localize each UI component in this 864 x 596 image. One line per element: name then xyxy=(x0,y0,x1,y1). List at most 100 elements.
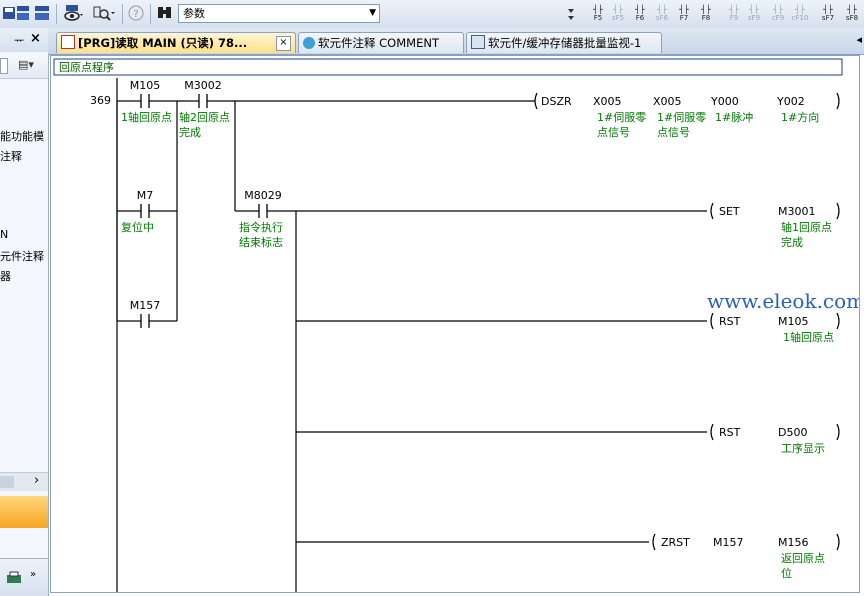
device-comment[interactable]: 1#伺服零 xyxy=(657,111,706,124)
contact-device[interactable]: M8029 xyxy=(244,189,282,202)
device-comment[interactable]: 点信号 xyxy=(657,126,690,139)
chevron-right-icon[interactable]: › xyxy=(34,473,39,488)
instruction-op[interactable]: RST xyxy=(719,315,741,328)
step-number[interactable]: 369 xyxy=(90,94,111,107)
panel-tool-icon[interactable] xyxy=(0,58,8,74)
operand-device[interactable]: Y000 xyxy=(710,95,739,108)
function-key-label: sF8 xyxy=(845,14,859,22)
contact-device[interactable]: M3002 xyxy=(184,79,222,92)
instruction-bracket-left xyxy=(534,92,538,110)
panel-view-icon[interactable]: ▤▾ xyxy=(18,58,34,71)
instruction-op[interactable]: ZRST xyxy=(661,536,690,549)
device-comment[interactable]: 位 xyxy=(781,566,792,580)
device-comment[interactable]: 1轴回原点 xyxy=(783,330,834,344)
instruction-bracket-right xyxy=(836,312,840,330)
panel-highlight-bar[interactable] xyxy=(0,496,48,528)
close-icon[interactable]: × xyxy=(30,31,41,46)
tab-program-main[interactable]: [PRG]读取 MAIN (只读) 78... × xyxy=(56,32,296,53)
pin-icon[interactable]: ᅲ xyxy=(14,32,24,48)
instruction-op[interactable]: DSZR xyxy=(541,95,572,108)
ladder-symbol-icon: ┤├ xyxy=(749,5,759,14)
tree-item[interactable]: 器 xyxy=(0,268,11,284)
device-comment[interactable]: 完成 xyxy=(179,125,201,139)
contact-device[interactable]: M157 xyxy=(130,299,161,312)
function-key-sf8[interactable]: ┤├ sF8 xyxy=(842,5,862,23)
function-key-label: sF7 xyxy=(821,14,835,22)
device-comment[interactable]: 1轴回原点 xyxy=(121,110,172,124)
find-icon[interactable] xyxy=(155,4,175,24)
device-comment[interactable]: 返回原点 xyxy=(781,552,825,565)
toolbar: ? 参数 ▼ ┤├ F5 ┤├ sF5 ┤├ F6 ┤├ sF6 ┤├ F7 ┤├ F8 ┤├ F9 ┤├ s… xyxy=(0,0,864,29)
device-comment[interactable]: 复位中 xyxy=(121,220,154,234)
function-key-label: F7 xyxy=(679,14,689,22)
ladder-editor[interactable]: 回原点程序 369 M105 1轴回原点 M3002 轴2回原点 完成 M7 复位中 M157 M8… xyxy=(50,55,860,593)
operand-device[interactable]: X005 xyxy=(593,95,622,108)
device-list-icon[interactable] xyxy=(34,4,50,24)
printer-icon[interactable] xyxy=(6,571,22,585)
comment-icon xyxy=(303,37,315,49)
function-key-cf9[interactable]: ┤├ cF9 xyxy=(768,5,788,23)
function-key-f7[interactable]: ┤├ F7 xyxy=(674,6,694,23)
toolbar-overflow-icon[interactable] xyxy=(566,4,576,24)
contact-device[interactable]: M105 xyxy=(130,79,161,92)
search-combo-value: 参数 xyxy=(183,7,205,20)
tab-batch-monitor[interactable]: 软元件/缓冲存储器批量监视-1 xyxy=(466,32,662,53)
device-comment[interactable]: 完成 xyxy=(781,235,803,249)
operand-device[interactable]: M105 xyxy=(778,315,809,328)
device-comment[interactable]: 工序显示 xyxy=(781,441,825,455)
operand-device[interactable]: D500 xyxy=(778,426,807,439)
device-comment[interactable]: 1#方向 xyxy=(781,110,819,124)
chevron-down-icon[interactable]: » xyxy=(30,569,36,580)
contact-device[interactable]: M7 xyxy=(137,189,154,202)
tab-label: 软元件/缓冲存储器批量监视-1 xyxy=(488,36,642,50)
ladder-symbol-icon: ┤├ xyxy=(847,5,857,14)
save-icon[interactable] xyxy=(2,4,16,24)
function-key-sf5[interactable]: ┤├ sF5 xyxy=(608,6,628,23)
watermark-text[interactable]: www.eleok.com xyxy=(707,289,860,313)
chevron-down-icon[interactable]: ▼ xyxy=(369,5,376,22)
operand-device[interactable]: Y002 xyxy=(776,95,805,108)
function-key-f6[interactable]: ┤├ F6 xyxy=(630,5,650,23)
function-key-f5[interactable]: ┤├ F5 xyxy=(588,6,608,23)
ladder-diagram[interactable]: 回原点程序 369 M105 1轴回原点 M3002 轴2回原点完成 M7 复位中 M157 M8… xyxy=(51,56,860,593)
operand-device[interactable]: M3001 xyxy=(778,205,816,218)
function-key-f8[interactable]: ┤├ F8 xyxy=(696,6,716,23)
device-comment[interactable]: 轴2回原点 xyxy=(179,110,230,124)
ladder-symbol-icon: ┤├ xyxy=(657,5,667,14)
monitor-icon[interactable] xyxy=(62,4,84,24)
ladder-symbol-icon: ┤├ xyxy=(773,5,783,14)
function-key-sf6[interactable]: ┤├ sF6 xyxy=(652,5,672,23)
function-key-cf10[interactable]: ┤├ cF10 xyxy=(790,6,810,23)
instruction-op[interactable]: RST xyxy=(719,426,741,439)
operand-device[interactable]: X005 xyxy=(653,95,682,108)
ladder-symbol-icon: ┤├ xyxy=(635,5,645,14)
tree-item[interactable]: N xyxy=(0,228,8,241)
instruction-op[interactable]: SET xyxy=(719,205,740,218)
search-icon[interactable] xyxy=(92,4,116,24)
ladder-title[interactable]: 回原点程序 xyxy=(59,60,114,74)
tree-item[interactable]: 注释 xyxy=(0,148,22,164)
device-comment[interactable]: 指令执行 xyxy=(239,220,283,234)
operand-device[interactable]: M156 xyxy=(778,536,809,549)
scrollbar-thumb[interactable] xyxy=(0,476,14,488)
function-key-sf7[interactable]: ┤├ sF7 xyxy=(818,6,838,23)
device-comment[interactable]: 结束标志 xyxy=(239,235,283,249)
device-comment[interactable]: 点信号 xyxy=(597,126,630,139)
device-comment[interactable]: 1#脉冲 xyxy=(715,110,753,124)
tree-item[interactable]: 能功能模 xyxy=(0,128,44,144)
device-comment[interactable]: 轴1回原点 xyxy=(781,220,832,234)
function-key-f9[interactable]: ┤├ F9 xyxy=(724,6,744,23)
tab-device-comment[interactable]: 软元件注释 COMMENT xyxy=(298,32,464,53)
tree-item[interactable]: 元件注释 xyxy=(0,248,44,264)
operand-device[interactable]: M157 xyxy=(713,536,744,549)
search-combo[interactable]: 参数 ▼ xyxy=(178,4,380,23)
ladder-title-box xyxy=(53,58,843,76)
horizontal-scrollbar[interactable]: › xyxy=(0,472,48,491)
function-key-sf9[interactable]: ┤├ sF9 xyxy=(744,5,764,23)
program-icon xyxy=(61,35,75,49)
device-comment[interactable]: 1#伺服零 xyxy=(597,111,646,124)
device-icon[interactable] xyxy=(16,4,30,24)
tab-scroll-icon[interactable]: ◂ xyxy=(856,33,862,46)
help-icon[interactable]: ? xyxy=(127,4,145,24)
close-tab-icon[interactable]: × xyxy=(276,36,291,51)
